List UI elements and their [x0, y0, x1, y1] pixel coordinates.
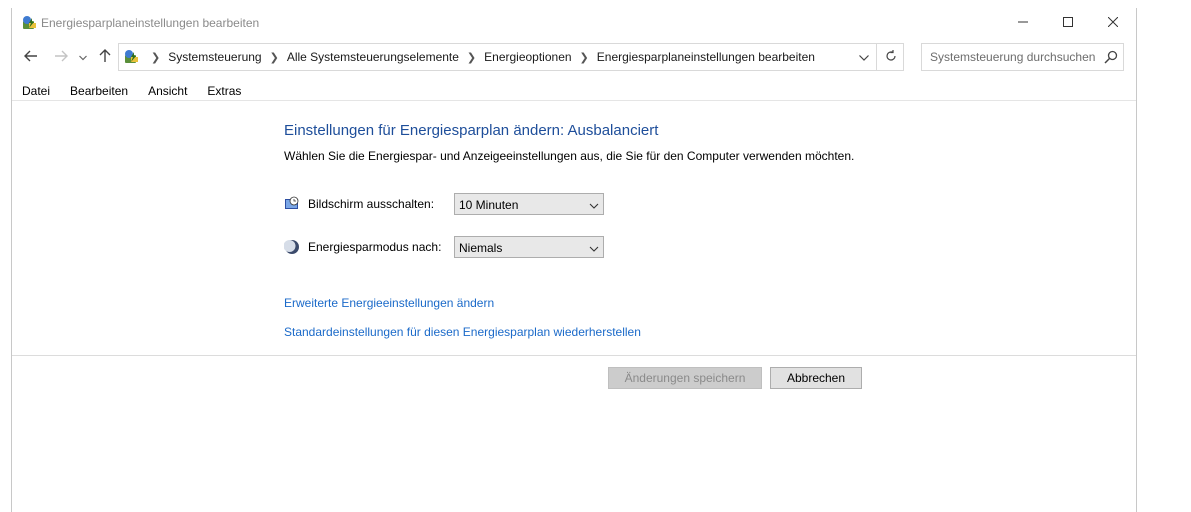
restore-defaults-link[interactable]: Standardeinstellungen für diesen Energie… [284, 325, 641, 339]
sleep-label: Energiesparmodus nach: [308, 240, 442, 254]
display-off-value: 10 Minuten [459, 198, 519, 212]
page-title: Einstellungen für Energiesparplan ändern… [284, 122, 659, 139]
chevron-down-icon [589, 243, 599, 253]
navigation-bar: ❯ Systemsteuerung ❯ Alle Systemsteuerung… [12, 42, 1136, 74]
cancel-button[interactable]: Abbrechen [770, 367, 862, 389]
recent-locations-button[interactable] [75, 46, 91, 68]
search-input[interactable] [922, 44, 1106, 70]
maximize-icon [1063, 16, 1073, 30]
chevron-down-icon [859, 50, 869, 64]
forward-button[interactable] [50, 46, 72, 68]
breadcrumb-separator-icon[interactable]: ❯ [580, 51, 589, 64]
control-panel-icon [122, 48, 140, 66]
divider [12, 100, 1136, 101]
arrow-right-icon [54, 50, 68, 65]
refresh-button[interactable] [876, 44, 905, 70]
chevron-down-icon [589, 200, 599, 210]
display-off-label: Bildschirm ausschalten: [308, 197, 435, 211]
breadcrumb-item-energieoptionen[interactable]: Energieoptionen [484, 50, 571, 64]
breadcrumb-separator-icon: ❯ [151, 51, 161, 64]
breadcrumb-separator-icon[interactable]: ❯ [270, 51, 279, 64]
page-description: Wählen Sie die Energiespar- und Anzeigee… [284, 149, 855, 163]
address-bar[interactable]: ❯ Systemsteuerung ❯ Alle Systemsteuerung… [118, 43, 904, 71]
menu-item-datei[interactable]: Datei [12, 82, 60, 100]
advanced-power-settings-link[interactable]: Erweiterte Energieeinstellungen ändern [284, 296, 494, 310]
chevron-down-icon [79, 50, 87, 64]
menu-item-bearbeiten[interactable]: Bearbeiten [60, 82, 138, 100]
minimize-icon [1018, 16, 1028, 30]
minimize-button[interactable] [1000, 8, 1046, 38]
arrow-up-icon [99, 48, 111, 66]
breadcrumb-separator-icon[interactable]: ❯ [467, 51, 476, 64]
display-off-select[interactable]: 10 Minuten [454, 193, 604, 215]
breadcrumb-item-alle-elemente[interactable]: Alle Systemsteuerungselemente [287, 50, 459, 64]
refresh-icon [885, 49, 897, 65]
menu-item-ansicht[interactable]: Ansicht [138, 82, 197, 100]
breadcrumb-item-systemsteuerung[interactable]: Systemsteuerung [168, 50, 261, 64]
window-title: Energiesparplaneinstellungen bearbeiten [41, 16, 260, 30]
monitor-clock-icon [284, 196, 300, 212]
menu-item-extras[interactable]: Extras [197, 82, 251, 100]
control-panel-power-icon [20, 14, 38, 32]
moon-icon [283, 239, 300, 255]
sleep-select[interactable]: Niemals [454, 236, 604, 258]
search-icon[interactable] [1103, 49, 1119, 65]
power-plan-window: Energiesparplaneinstellungen bearbeiten [11, 8, 1137, 512]
address-history-dropdown[interactable] [853, 44, 875, 70]
close-button[interactable] [1090, 8, 1136, 38]
title-bar: Energiesparplaneinstellungen bearbeiten [12, 8, 1136, 38]
divider [12, 355, 1136, 356]
back-button[interactable] [20, 46, 42, 68]
sleep-value: Niemals [459, 241, 503, 255]
search-box[interactable] [921, 43, 1124, 71]
breadcrumb: ❯ Systemsteuerung ❯ Alle Systemsteuerung… [143, 44, 815, 70]
arrow-left-icon [24, 50, 38, 65]
menu-bar: Datei Bearbeiten Ansicht Extras [12, 82, 1136, 100]
close-icon [1107, 16, 1119, 30]
up-button[interactable] [94, 46, 116, 68]
save-changes-button[interactable]: Änderungen speichern [608, 367, 762, 389]
breadcrumb-item-current[interactable]: Energiesparplaneinstellungen bearbeiten [597, 50, 815, 64]
maximize-button[interactable] [1045, 8, 1091, 38]
